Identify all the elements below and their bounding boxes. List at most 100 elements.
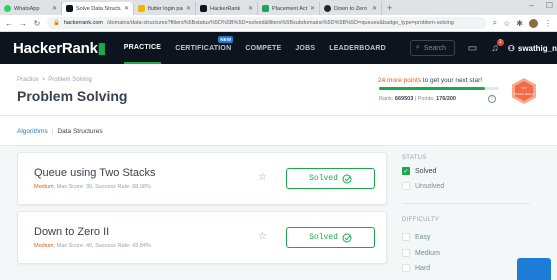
new-tab-button[interactable]: + <box>382 2 397 15</box>
sheets-icon <box>262 5 269 12</box>
checkbox-checked[interactable]: ✓ <box>402 167 410 175</box>
nav-leaderboard-label: LEADERBOARD <box>329 44 386 52</box>
filter-difficulty-easy[interactable]: Easy <box>402 233 431 241</box>
page-title: Problem Solving <box>17 88 128 104</box>
check-circle-icon <box>342 233 352 242</box>
challenge-card[interactable]: Down to Zero II Medium, Max Score: 40, S… <box>17 211 387 264</box>
extensions-area: ⌕ ☆ ✱ ⋮ <box>493 18 552 28</box>
filter-difficulty-medium[interactable]: Medium <box>402 249 440 257</box>
tab-title: Solve Data Structures <box>76 5 121 12</box>
back-icon[interactable]: ← <box>5 19 13 28</box>
logo-accent: ▮ <box>97 40 106 57</box>
filter-label: Medium <box>415 249 440 257</box>
tab-title: flutter login page code <box>148 5 183 12</box>
nav-practice-label: PRACTICE <box>123 43 162 51</box>
checkbox[interactable] <box>402 182 410 190</box>
subdomain-breadcrumb: Algorithms | Data Structures <box>0 116 557 146</box>
check-circle-icon <box>342 174 352 183</box>
notifications-bell-icon[interactable]: ♫ 1 <box>491 38 504 54</box>
breadcrumb-practice[interactable]: Practice <box>17 77 39 83</box>
breadcrumb: Practice > Problem Solving <box>17 77 92 83</box>
solved-button[interactable]: Solved <box>286 227 375 248</box>
hackerrank-icon <box>66 5 73 12</box>
filter-status-unsolved[interactable]: Unsolved <box>402 182 444 190</box>
profile-avatar[interactable] <box>529 18 538 28</box>
challenge-name[interactable]: Queue using Two Stacks <box>34 167 155 179</box>
challenge-meta: Medium, Max Score: 40, Success Rate: 43.… <box>34 243 151 249</box>
nav-compete-label: COMPETE <box>245 44 282 52</box>
challenge-card[interactable]: Queue using Two Stacks Medium, Max Score… <box>17 152 387 205</box>
hackerrank-logo[interactable]: HackerRank▮ <box>13 39 106 57</box>
logo-text: HackerRank <box>13 40 98 57</box>
close-icon[interactable]: ✕ <box>124 5 129 12</box>
checkbox[interactable] <box>402 233 410 241</box>
star-progress-bar <box>379 87 499 90</box>
bookmark-star-icon[interactable]: ☆ <box>258 172 267 183</box>
badge-label: Problem Solving <box>515 92 534 96</box>
subdomain-separator: | <box>51 128 54 135</box>
chat-icon[interactable]: ▭ <box>468 43 477 54</box>
solved-label: Solved <box>309 174 338 183</box>
user-menu[interactable]: ⚇ swathig_n <box>508 44 557 53</box>
challenge-difficulty: Medium <box>34 243 54 249</box>
close-icon[interactable]: ✕ <box>52 5 57 12</box>
close-icon[interactable]: ✕ <box>248 5 253 12</box>
url-field[interactable]: 🔒 hackerrank.com/domains/data-structures… <box>47 17 487 29</box>
checkbox[interactable] <box>402 249 410 257</box>
points-label: Points: <box>417 96 437 102</box>
tab-title: WhatsApp <box>14 5 40 12</box>
support-chat-icon[interactable] <box>517 258 551 280</box>
minimize-icon[interactable]: – <box>529 1 533 10</box>
lock-icon: 🔒 <box>53 20 60 26</box>
next-star-message: 24 more points to get your next star! <box>378 77 482 84</box>
browser-tab-placement[interactable]: Placement Activity Wor ✕ <box>258 2 320 15</box>
window-controls: – ☐ <box>529 1 553 10</box>
menu-dots-icon[interactable]: ⋮ <box>544 19 552 28</box>
nav-compete[interactable]: COMPETE <box>245 32 281 64</box>
nav-jobs-label: JOBS <box>295 44 316 52</box>
filter-status-solved[interactable]: ✓ Solved <box>402 167 436 175</box>
filter-label: Hard <box>415 264 431 272</box>
search-input[interactable]: ⌕ Search <box>409 40 455 56</box>
rank-label: Rank: <box>379 96 395 102</box>
subdomain-link-algorithms[interactable]: Algorithms <box>17 128 48 135</box>
filter-difficulty-hard[interactable]: Hard <box>402 264 430 272</box>
extension-puzzle-icon[interactable]: ✱ <box>516 19 523 28</box>
browser-tab-hackerrank[interactable]: HackerRank ✕ <box>196 2 258 15</box>
maximize-icon[interactable]: ☐ <box>546 1 553 10</box>
browser-tab-whatsapp[interactable]: WhatsApp ✕ <box>0 2 62 15</box>
info-icon[interactable]: i <box>488 95 496 103</box>
nav-certification[interactable]: CERTIFICATION NEW <box>175 32 234 64</box>
next-star-text: to get your next star! <box>421 77 483 84</box>
hackerrank-navbar: HackerRank▮ PRACTICE CERTIFICATION NEW CO… <box>0 32 557 64</box>
browser-tab-flutter[interactable]: flutter login page code ✕ <box>134 2 196 15</box>
filter-label: Unsolved <box>415 182 445 190</box>
hackerrank-icon <box>200 5 207 12</box>
browser-tab-solve-data-structures[interactable]: Solve Data Structures ✕ <box>62 2 134 15</box>
close-icon[interactable]: ✕ <box>372 5 377 12</box>
new-badge: NEW <box>218 36 234 43</box>
close-icon[interactable]: ✕ <box>186 5 191 12</box>
rank-points: Rank: 669503 | Points: 176/200 <box>379 96 456 102</box>
breadcrumb-problem-solving[interactable]: Problem Solving <box>48 77 92 83</box>
challenge-name[interactable]: Down to Zero II <box>34 226 109 238</box>
browser-tab-github[interactable]: Down to Zero II - chert ✕ <box>320 2 382 15</box>
points-needed: 24 more points <box>378 77 421 84</box>
forward-icon[interactable]: → <box>19 19 27 28</box>
nav-leaderboard[interactable]: LEADERBOARD <box>329 32 386 64</box>
search-placeholder: Search <box>423 44 446 52</box>
zoom-icon[interactable]: ⌕ <box>493 18 497 28</box>
subdomain-current: Data Structures <box>57 128 103 135</box>
checkbox[interactable] <box>402 264 410 272</box>
star-progress-fill <box>379 87 485 90</box>
solved-button[interactable]: Solved <box>286 168 375 189</box>
close-icon[interactable]: ✕ <box>310 5 315 12</box>
problem-solving-badge-icon: </> Problem Solving <box>512 78 536 104</box>
bookmark-star-icon[interactable]: ☆ <box>503 19 510 28</box>
status-filter-title: STATUS <box>402 155 427 161</box>
bookmark-star-icon[interactable]: ☆ <box>258 231 267 242</box>
filter-divider <box>402 203 530 204</box>
nav-jobs[interactable]: JOBS <box>295 32 315 64</box>
reload-icon[interactable]: ↻ <box>33 19 41 28</box>
nav-practice[interactable]: PRACTICE <box>123 32 162 64</box>
